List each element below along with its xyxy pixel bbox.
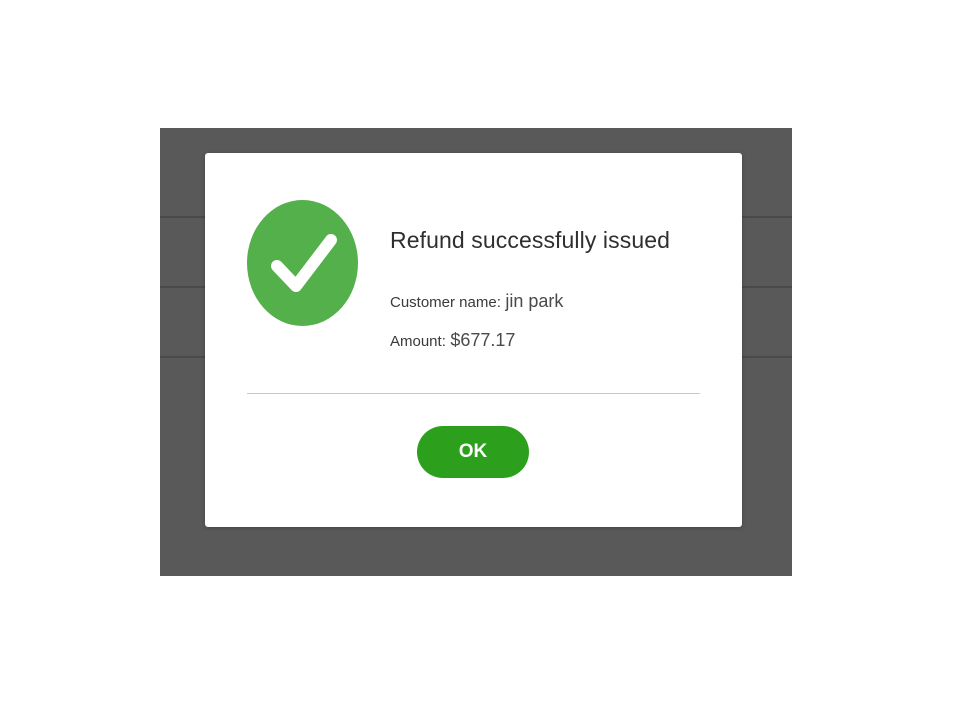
ok-button[interactable]: OK — [417, 426, 529, 478]
customer-name-label: Customer name: — [390, 294, 501, 311]
customer-name-value: jin park — [505, 291, 564, 311]
refund-success-dialog: Refund successfully issued Customer name… — [205, 153, 742, 527]
dialog-divider — [247, 393, 700, 394]
amount-label: Amount: — [390, 333, 446, 350]
amount-row: Amount: $677.17 — [390, 330, 515, 351]
check-circle-icon — [247, 200, 358, 326]
amount-value: $677.17 — [450, 330, 516, 350]
customer-name-row: Customer name: jin park — [390, 291, 563, 312]
dialog-title: Refund successfully issued — [390, 227, 671, 253]
